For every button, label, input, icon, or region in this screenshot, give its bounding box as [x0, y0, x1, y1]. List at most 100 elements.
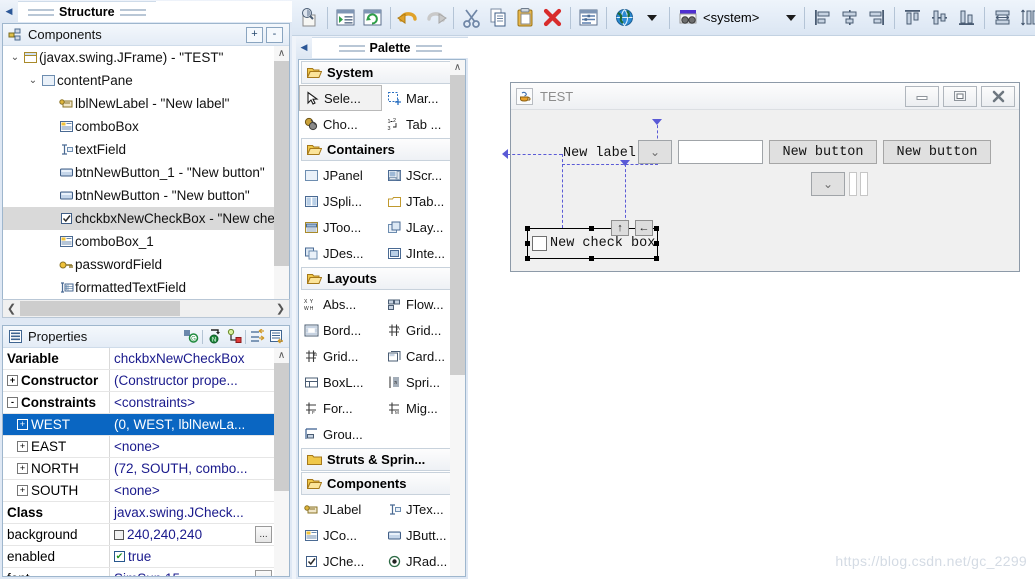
design-frame-window[interactable]: TEST New label ⌄ New button New button ⌄… — [502, 82, 1020, 272]
tree-item[interactable]: lblNewLabel - "New label" — [3, 92, 289, 115]
design-button-2[interactable]: New button — [883, 140, 991, 164]
design-textfield[interactable] — [678, 140, 763, 164]
align-center-horizontal-icon[interactable] — [836, 4, 863, 31]
properties-vscrollbar[interactable]: ∧ — [274, 348, 289, 576]
delete-icon[interactable] — [539, 4, 566, 31]
chevron-down-icon[interactable] — [638, 4, 665, 31]
test-preview-icon[interactable] — [296, 4, 323, 31]
palette-item[interactable]: BoxL... — [299, 369, 382, 395]
palette-item[interactable]: JCo... — [299, 522, 382, 548]
property-editor-button[interactable]: ... — [255, 526, 272, 543]
palette-vscrollbar[interactable]: ∧ — [450, 60, 465, 576]
palette-category[interactable]: Struts & Sprin... — [301, 448, 463, 471]
look-and-feel-combo[interactable]: <system> — [674, 4, 800, 31]
collapse-left-icon[interactable]: ◀ — [0, 1, 18, 22]
tree-item[interactable]: passwordField — [3, 253, 289, 276]
tree-item[interactable]: chckbxNewCheckBox - "New check box" — [3, 207, 289, 230]
expand-icon[interactable]: + — [17, 441, 28, 452]
expand-all-button[interactable]: + — [246, 26, 263, 43]
scroll-left-icon[interactable]: ❮ — [3, 302, 20, 315]
design-canvas[interactable]: TEST New label ⌄ New button New button ⌄… — [468, 36, 1035, 579]
property-row[interactable]: background 240,240,240... — [3, 524, 274, 546]
property-row[interactable]: enabled ✔ true — [3, 546, 274, 568]
show-events-icon[interactable] — [224, 328, 243, 345]
palette-item[interactable]: JDes... — [299, 240, 382, 266]
paste-icon[interactable] — [512, 4, 539, 31]
design-password-field[interactable] — [849, 172, 857, 196]
palette-item[interactable]: JPanel — [299, 162, 382, 188]
expand-icon[interactable]: + — [17, 419, 28, 430]
palette-content[interactable]: System Sele... Mar... Cho... 1 2 3 Tab ... Conta… — [299, 61, 465, 576]
align-north-badge[interactable]: ↑ — [611, 220, 629, 236]
palette-item[interactable]: B Grid... — [299, 343, 382, 369]
collapse-palette-icon[interactable]: ◀ — [296, 42, 312, 53]
tree-item[interactable]: ⌄ (javax.swing.JFrame) - "TEST" — [3, 46, 289, 69]
property-value[interactable]: <constraints> — [110, 392, 274, 413]
palette-category[interactable]: Layouts — [301, 267, 463, 290]
property-value[interactable]: (72, SOUTH, combo... — [110, 458, 274, 479]
property-row[interactable]: Variable chckbxNewCheckBox — [3, 348, 274, 370]
open-source-icon[interactable] — [332, 4, 359, 31]
scroll-up-icon[interactable]: ∧ — [450, 60, 465, 75]
align-middle-vertical-icon[interactable] — [926, 4, 953, 31]
scroll-right-icon[interactable]: ❯ — [272, 302, 289, 315]
palette-body[interactable]: System Sele... Mar... Cho... 1 2 3 Tab ... Conta… — [298, 59, 466, 577]
palette-item[interactable]: JToo... — [299, 214, 382, 240]
copy-icon[interactable] — [485, 4, 512, 31]
palette-category[interactable]: Containers — [301, 138, 463, 161]
palette-item[interactable]: JT... — [299, 574, 382, 576]
design-button-1[interactable]: New button — [769, 140, 877, 164]
resize-handle-e[interactable] — [654, 241, 659, 246]
property-value[interactable]: chckbxNewCheckBox — [110, 348, 274, 369]
redo-icon[interactable] — [422, 4, 449, 31]
show-advanced-properties-icon[interactable]: G — [181, 328, 200, 345]
palette-item[interactable]: JChe... — [299, 548, 382, 574]
components-tree-hscroll-thumb[interactable] — [20, 301, 180, 316]
palette-item[interactable]: JSpli... — [299, 188, 382, 214]
components-tree-hscrollbar[interactable]: ❮ ❯ — [2, 299, 290, 318]
scroll-up-icon[interactable]: ∧ — [274, 348, 289, 363]
tree-item[interactable]: formattedTextField — [3, 276, 289, 299]
palette-category[interactable]: System — [301, 61, 463, 84]
cut-icon[interactable] — [458, 4, 485, 31]
property-row[interactable]: Class javax.swing.JCheck... — [3, 502, 274, 524]
align-bottom-icon[interactable] — [953, 4, 980, 31]
resize-handle-w[interactable] — [525, 241, 530, 246]
frame-content-pane[interactable]: New label ⌄ New button New button ⌄ New … — [502, 110, 1019, 271]
undo-icon[interactable] — [395, 4, 422, 31]
resize-handle-n[interactable] — [589, 226, 594, 231]
tree-expand-toggle-icon[interactable]: ⌄ — [27, 75, 39, 86]
properties-table[interactable]: Variable chckbxNewCheckBox + Constructor (Co… — [3, 348, 274, 576]
tab-palette[interactable]: Palette — [312, 37, 468, 58]
goto-definition-icon[interactable]: N — [205, 328, 224, 345]
resize-handle-ne[interactable] — [654, 226, 659, 231]
tree-item[interactable]: textField — [3, 138, 289, 161]
property-row[interactable]: + EAST <none> — [3, 436, 274, 458]
property-value[interactable]: ✔ true — [110, 546, 274, 567]
tab-structure[interactable]: Structure — [18, 1, 156, 22]
collapse-all-button[interactable]: - — [266, 26, 283, 43]
chevron-down-icon[interactable] — [786, 14, 797, 21]
collapse-icon[interactable]: - — [7, 397, 18, 408]
expand-icon[interactable]: + — [7, 375, 18, 386]
align-left-icon[interactable] — [809, 4, 836, 31]
palette-item[interactable]: Bord... — [299, 317, 382, 343]
design-label-new-label[interactable]: New label — [563, 146, 636, 161]
components-tree-vscroll-thumb[interactable] — [274, 61, 289, 266]
refresh-icon[interactable] — [359, 4, 386, 31]
palette-item[interactable]: JLabel — [299, 496, 382, 522]
palette-item[interactable]: F For... — [299, 395, 382, 421]
palette-item[interactable]: Sele... — [299, 85, 382, 111]
property-value[interactable]: javax.swing.JCheck... — [110, 502, 274, 523]
resize-handle-sw[interactable] — [525, 256, 530, 261]
property-row[interactable]: + NORTH (72, SOUTH, combo... — [3, 458, 274, 480]
tree-item[interactable]: btnNewButton - "New button" — [3, 184, 289, 207]
checkbox-checked-icon[interactable]: ✔ — [114, 551, 125, 562]
resize-handle-se[interactable] — [654, 256, 659, 261]
property-row[interactable]: font SimSun 15 — [3, 568, 274, 576]
resize-handle-s[interactable] — [589, 256, 594, 261]
properties-icon[interactable] — [575, 4, 602, 31]
design-combobox-2[interactable]: ⌄ — [811, 172, 845, 196]
palette-vscroll-thumb[interactable] — [450, 75, 465, 375]
components-tree-vscrollbar[interactable]: ∧ ∨ — [274, 46, 289, 317]
